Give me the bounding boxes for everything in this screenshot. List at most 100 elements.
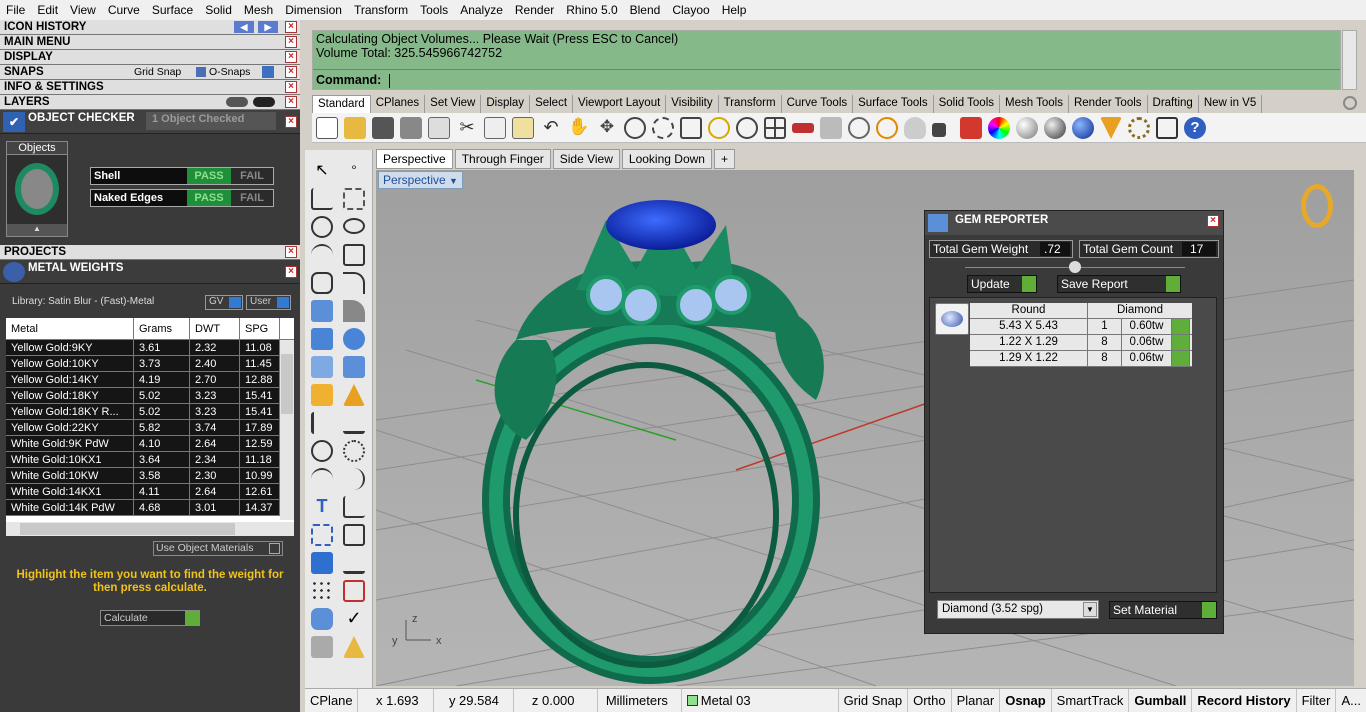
gv-checkbox[interactable] [229, 297, 241, 308]
close-icon[interactable]: × [285, 266, 297, 278]
row-action-icon[interactable] [1172, 351, 1190, 366]
open-icon[interactable] [344, 117, 366, 139]
menu-dimension[interactable]: Dimension [279, 3, 348, 17]
scroll-down-icon[interactable]: ▲ [7, 224, 67, 236]
circle-icon[interactable] [311, 216, 333, 238]
close-icon[interactable]: × [285, 96, 297, 108]
menu-clayoo[interactable]: Clayoo [666, 3, 715, 17]
layers-header[interactable]: LAYERS × [0, 95, 300, 110]
update-button[interactable]: Update [967, 275, 1037, 293]
layer-visible-icon[interactable] [253, 97, 275, 107]
tab-looking-down[interactable]: Looking Down [621, 149, 712, 169]
tab-visibility[interactable]: Visibility [666, 95, 719, 113]
render-icon[interactable] [1072, 117, 1094, 139]
tab-viewport-layout[interactable]: Viewport Layout [573, 95, 667, 113]
close-icon[interactable]: × [285, 246, 297, 258]
select-arrow-icon[interactable]: ↖ [311, 160, 333, 182]
solid-box-icon[interactable] [311, 552, 333, 574]
cylinder-icon[interactable] [311, 608, 333, 630]
table-row[interactable]: 1.22 X 1.29 8 0.06tw [970, 335, 1192, 351]
command-input[interactable] [388, 73, 390, 88]
light-bulb-icon[interactable] [904, 117, 926, 139]
tab-set-view[interactable]: Set View [425, 95, 482, 113]
import-icon[interactable] [428, 117, 450, 139]
close-icon[interactable]: × [285, 21, 297, 33]
layers-icon[interactable] [960, 117, 982, 139]
table-row[interactable]: Yellow Gold:10KY 3.73 2.40 11.45 [6, 356, 294, 372]
tab-render-tools[interactable]: Render Tools [1069, 95, 1148, 113]
shaded-sphere-icon[interactable] [1016, 117, 1038, 139]
menu-curve[interactable]: Curve [102, 3, 146, 17]
chevron-down-icon[interactable]: ▼ [1083, 602, 1097, 617]
rotate-icon[interactable] [311, 468, 333, 490]
material-select[interactable]: Diamond (3.52 spg) ▼ [937, 600, 1099, 619]
explode-icon[interactable] [343, 384, 365, 406]
grid-options-icon[interactable] [820, 117, 842, 139]
viewport-title[interactable]: Perspective ▼ [378, 171, 463, 189]
sphere-icon[interactable] [343, 328, 365, 350]
ortho-toggle[interactable]: Ortho [908, 689, 952, 712]
tab-perspective[interactable]: Perspective [376, 149, 453, 169]
tab-solid-tools[interactable]: Solid Tools [934, 95, 1000, 113]
projects-header[interactable]: PROJECTS × [0, 245, 300, 260]
boolean-icon[interactable] [311, 440, 333, 462]
polyline-icon[interactable] [311, 188, 333, 210]
gem-shape-icon[interactable] [935, 303, 969, 335]
connect-icon[interactable] [1156, 117, 1178, 139]
chevron-down-icon[interactable]: ▼ [449, 176, 458, 186]
tab-new-in-v5[interactable]: New in V5 [1199, 95, 1263, 113]
table-row[interactable]: Yellow Gold:22KY 5.82 3.74 17.89 [6, 420, 294, 436]
gumball-toggle[interactable]: Gumball [1129, 689, 1193, 712]
pyramid-icon[interactable] [343, 636, 365, 658]
menu-mesh[interactable]: Mesh [238, 3, 279, 17]
analyze-icon[interactable] [343, 524, 365, 546]
gear-icon[interactable] [1343, 96, 1357, 110]
objects-tab[interactable]: Objects ▲ [6, 141, 68, 237]
filter-toggle[interactable]: Filter [1297, 689, 1337, 712]
dimension-icon[interactable] [343, 496, 365, 518]
table-row[interactable]: 1.29 X 1.22 8 0.06tw [970, 351, 1192, 367]
curve-icon[interactable] [343, 188, 365, 210]
tab-through-finger[interactable]: Through Finger [454, 149, 551, 169]
command-line[interactable]: Command: [313, 69, 1340, 89]
fillet-icon[interactable] [343, 300, 365, 322]
car-icon[interactable] [792, 123, 814, 133]
table-row[interactable]: Yellow Gold:18KY 5.02 3.23 15.41 [6, 388, 294, 404]
col-metal[interactable]: Metal [6, 318, 134, 339]
info-settings-header[interactable]: INFO & SETTINGS × [0, 80, 300, 95]
tab-display[interactable]: Display [481, 95, 531, 113]
new-file-icon[interactable] [316, 117, 338, 139]
table-row[interactable]: Yellow Gold:9KY 3.61 2.32 11.08 [6, 340, 294, 356]
cut-icon[interactable]: ✂ [456, 117, 478, 139]
menu-solid[interactable]: Solid [199, 3, 238, 17]
layer-status[interactable]: Metal 03 [682, 689, 839, 712]
close-icon[interactable]: × [285, 66, 297, 78]
zoom-window-icon[interactable] [652, 117, 674, 139]
table-row[interactable]: Yellow Gold:14KY 4.19 2.70 12.88 [6, 372, 294, 388]
slider-handle[interactable] [1069, 261, 1081, 273]
smarttrack-toggle[interactable]: SmartTrack [1052, 689, 1130, 712]
group-icon[interactable] [311, 524, 333, 546]
arc-icon[interactable] [311, 244, 333, 266]
pan-hand-icon[interactable]: ✋ [568, 117, 590, 139]
mesh-icon[interactable] [343, 356, 365, 378]
tab-side-view[interactable]: Side View [552, 149, 620, 169]
tab-standard[interactable]: Standard [312, 95, 371, 113]
row-action-icon[interactable] [1172, 335, 1190, 350]
array-icon[interactable] [343, 440, 365, 462]
osnap-panel-icon[interactable] [262, 66, 274, 78]
copy-icon[interactable] [484, 117, 506, 139]
col-grams[interactable]: Grams [134, 318, 190, 339]
vertical-scrollbar[interactable] [280, 340, 294, 520]
main-menu-header[interactable]: MAIN MENU × [0, 35, 300, 50]
grid-array-icon[interactable] [311, 580, 333, 602]
gv-toggle[interactable]: GV [205, 295, 243, 310]
close-icon[interactable]: × [285, 51, 297, 63]
tab-transform[interactable]: Transform [719, 95, 782, 113]
osnap-icon[interactable] [876, 117, 898, 139]
select-icon[interactable] [848, 117, 870, 139]
osnap-toggle[interactable]: Osnap [1000, 689, 1052, 712]
save-report-button[interactable]: Save Report [1057, 275, 1181, 293]
hscroll-thumb[interactable] [20, 523, 235, 535]
point-icon[interactable]: ∘ [343, 160, 365, 182]
